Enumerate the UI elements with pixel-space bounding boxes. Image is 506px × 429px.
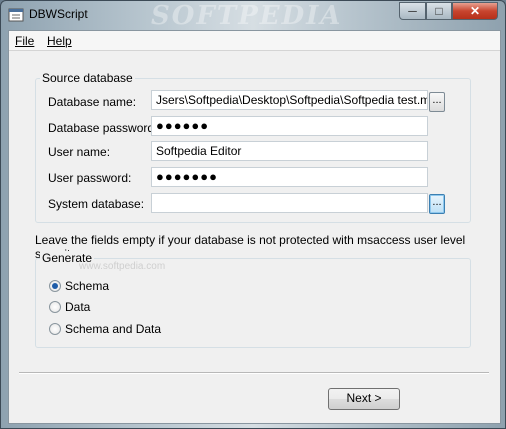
maximize-button[interactable]: □ xyxy=(426,2,452,20)
system-database-label: System database: xyxy=(48,197,145,211)
footer-separator xyxy=(19,372,489,374)
database-browse-button[interactable]: ... xyxy=(429,92,445,112)
system-database-browse-button[interactable]: ... xyxy=(429,194,445,214)
radio-schema-and-data[interactable] xyxy=(49,323,61,335)
close-button[interactable]: ✕ xyxy=(452,2,498,20)
user-password-label: User password: xyxy=(48,171,132,185)
user-name-label: User name: xyxy=(48,145,111,159)
menu-bar: File Help xyxy=(9,31,500,51)
watermark-text: SOFTPEDIA xyxy=(151,1,343,31)
minimize-icon: ─ xyxy=(408,4,417,18)
radio-data[interactable] xyxy=(49,301,61,313)
user-password-input[interactable]: ●●●●●●● xyxy=(151,167,428,187)
watermark-url: www.softpedia.com xyxy=(79,261,166,272)
database-name-label: Database name: xyxy=(48,95,137,109)
next-button[interactable]: Next > xyxy=(328,388,400,410)
radio-schema[interactable] xyxy=(49,280,61,292)
system-database-input[interactable] xyxy=(151,193,428,213)
menu-file[interactable]: File xyxy=(15,34,34,48)
app-icon xyxy=(8,8,24,22)
user-name-input[interactable]: Softpedia Editor xyxy=(151,141,428,161)
app-window: DBWScript SOFTPEDIA ─ □ ✕ File Help Sour… xyxy=(0,0,506,429)
browse-label: ... xyxy=(432,94,442,106)
browse-label: ... xyxy=(432,196,442,208)
radio-schema-and-data-label[interactable]: Schema and Data xyxy=(65,322,161,336)
radio-schema-label[interactable]: Schema xyxy=(65,279,109,293)
window-title: DBWScript xyxy=(29,7,88,21)
database-name-input[interactable]: Jsers\Softpedia\Desktop\Softpedia\Softpe… xyxy=(151,90,428,110)
security-note: Leave the fields empty if your database … xyxy=(35,233,466,261)
client-area: File Help Source database Database name:… xyxy=(8,30,501,424)
next-button-label: Next > xyxy=(346,391,382,405)
radio-data-label[interactable]: Data xyxy=(65,300,90,314)
menu-help[interactable]: Help xyxy=(47,34,72,48)
source-database-legend: Source database xyxy=(40,71,135,85)
title-bar[interactable]: DBWScript SOFTPEDIA ─ □ ✕ xyxy=(1,1,505,31)
minimize-button[interactable]: ─ xyxy=(399,2,426,20)
close-icon: ✕ xyxy=(469,4,481,18)
database-password-label: Database password: xyxy=(48,121,158,135)
maximize-icon: □ xyxy=(435,4,443,18)
database-password-input[interactable]: ●●●●●● xyxy=(151,116,428,136)
